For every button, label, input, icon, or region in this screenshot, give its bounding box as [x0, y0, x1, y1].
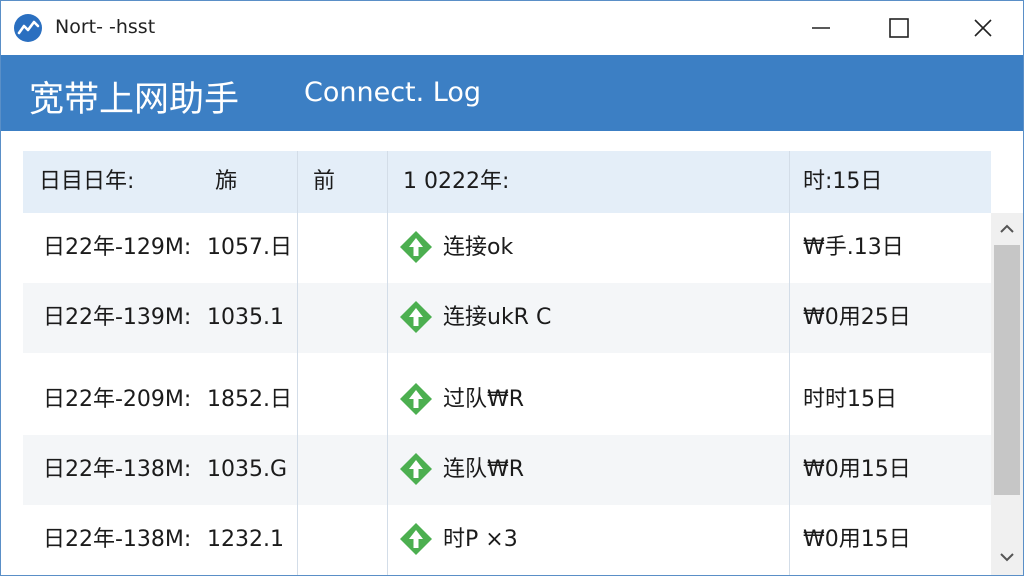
close-icon [974, 19, 992, 37]
column-divider [789, 151, 790, 575]
maximize-icon [889, 18, 909, 38]
cell-status: 过队₩R [443, 387, 525, 412]
column-header-2[interactable]: 旆 [215, 151, 237, 213]
cell-date: 日22年-138M: [43, 527, 192, 552]
window-title: Nort- -hsst [55, 16, 156, 38]
close-button[interactable] [943, 1, 1023, 55]
table-row[interactable]: 日22年-139M: 1035.1 连接ukR C ₩0用25日 [23, 283, 991, 353]
cell-time: ₩0用15日 [803, 457, 911, 482]
cell-date: 日22年-209M: [43, 387, 192, 412]
cell-status: 连接ok [443, 235, 514, 260]
connection-log-table: 日目日年: 旆 前 1 0222年: 时:15日 日22年-129M: 1057… [23, 151, 991, 575]
cell-value: 1035.G [207, 457, 288, 482]
table-header: 日目日年: 旆 前 1 0222年: 时:15日 [23, 151, 991, 213]
cell-time: ₩手.13日 [803, 235, 904, 260]
scroll-up-icon[interactable] [999, 223, 1015, 235]
maximize-button[interactable] [859, 1, 939, 55]
cell-value: 1852.日 [207, 387, 292, 412]
column-header-status[interactable]: 1 0222年: [403, 151, 509, 213]
diamond-arrow-up-icon [400, 231, 432, 263]
diamond-arrow-up-icon [400, 383, 432, 415]
table-row[interactable]: 日22年-138M: 1035.G 连队₩R ₩0用15日 [23, 435, 991, 505]
cell-value: 1035.1 [207, 305, 284, 330]
diamond-arrow-up-icon [400, 453, 432, 485]
table-row[interactable]: 日22年-138M: 1232.1 时P ×3 ₩0用15日 [23, 505, 991, 575]
cell-value: 1057.日 [207, 235, 292, 260]
cell-date: 日22年-129M: [43, 235, 192, 260]
cell-status: 时P ×3 [443, 527, 518, 552]
diamond-arrow-up-icon [400, 523, 432, 555]
column-divider [297, 151, 298, 575]
app-chart-icon [14, 14, 42, 42]
title-bar[interactable]: Nort- -hsst [1, 1, 1023, 55]
cell-date: 日22年-138M: [43, 457, 192, 482]
table-row[interactable]: 日22年-209M: 1852.日 过队₩R 时时15日 [23, 365, 991, 435]
cell-time: 时时15日 [803, 387, 897, 412]
minimize-button[interactable] [781, 1, 861, 55]
scroll-down-icon[interactable] [999, 551, 1015, 563]
column-header-time[interactable]: 时:15日 [803, 151, 882, 213]
cell-value: 1232.1 [207, 527, 284, 552]
column-divider [387, 151, 388, 575]
cell-status: 连队₩R [443, 457, 525, 482]
vertical-scrollbar[interactable] [991, 213, 1023, 575]
diamond-arrow-up-icon [400, 301, 432, 333]
cell-date: 日22年-139M: [43, 305, 192, 330]
column-header-date[interactable]: 日目日年: [39, 151, 134, 213]
table-row[interactable]: 日22年-129M: 1057.日 连接ok ₩手.13日 [23, 213, 991, 283]
minimize-icon [812, 27, 830, 29]
column-header-3[interactable]: 前 [313, 151, 335, 213]
app-header: 宽带上网助手 Connect. Log [1, 55, 1023, 131]
cell-status: 连接ukR C [443, 305, 552, 330]
app-title: 宽带上网助手 [29, 80, 240, 120]
cell-time: ₩0用25日 [803, 305, 911, 330]
app-window: Nort- -hsst 宽带上网助手 Connect. Log 日目日年: 旆 [0, 0, 1024, 576]
log-subtitle: Connect. Log [304, 77, 482, 108]
cell-time: ₩0用15日 [803, 527, 911, 552]
scroll-thumb[interactable] [994, 245, 1020, 495]
